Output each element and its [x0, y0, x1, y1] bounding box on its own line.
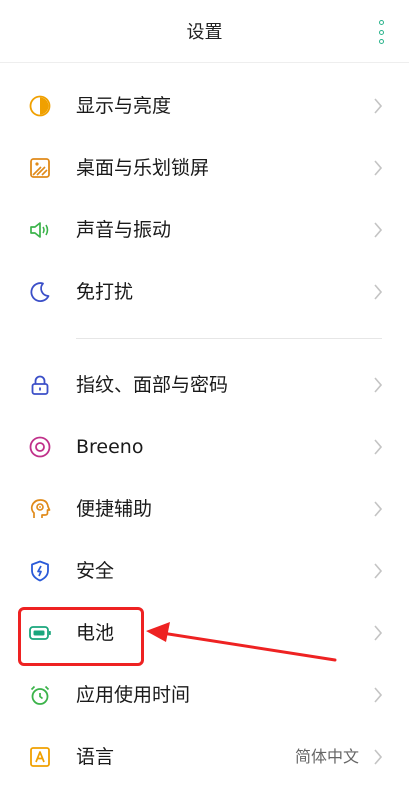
- settings-item-accessibility[interactable]: 便捷辅助: [0, 478, 409, 540]
- settings-item-sound[interactable]: 声音与振动: [0, 199, 409, 261]
- settings-item-label: 便捷辅助: [76, 498, 153, 520]
- settings-item-safety[interactable]: 安全: [0, 540, 409, 602]
- page-title: 设置: [186, 22, 223, 43]
- alarm-clock-icon: [28, 683, 52, 707]
- highlight-box-battery: [18, 607, 144, 666]
- more-vertical-icon[interactable]: [373, 20, 389, 44]
- chevron-right-icon: [373, 686, 383, 704]
- settings-item-label: 指纹、面部与密码: [76, 374, 229, 396]
- settings-item-label: 免打扰: [76, 281, 134, 303]
- settings-item-wallpaper[interactable]: 桌面与乐划锁屏: [0, 137, 409, 199]
- settings-item-fingerprint-face-password[interactable]: 指纹、面部与密码: [0, 354, 409, 416]
- annotation-arrow: [146, 622, 337, 662]
- chevron-right-icon: [373, 624, 383, 642]
- settings-item-language[interactable]: 语言 简体中文: [0, 726, 409, 788]
- chevron-right-icon: [373, 562, 383, 580]
- settings-item-label: 显示与亮度: [76, 95, 172, 117]
- app-header: 设置: [0, 0, 409, 62]
- speaker-icon: [28, 218, 52, 242]
- accessibility-icon: [28, 497, 52, 521]
- wallpaper-icon: [28, 156, 52, 180]
- language-value: 简体中文: [294, 747, 359, 766]
- settings-item-app-usage-time[interactable]: 应用使用时间: [0, 664, 409, 726]
- chevron-right-icon: [373, 748, 383, 766]
- settings-item-label: 应用使用时间: [76, 684, 191, 706]
- language-icon: [28, 745, 52, 769]
- group-divider: [76, 338, 382, 339]
- chevron-right-icon: [373, 376, 383, 394]
- settings-item-label: 声音与振动: [76, 219, 172, 241]
- chevron-right-icon: [373, 438, 383, 456]
- display-brightness-icon: [28, 94, 52, 118]
- settings-item-breeno[interactable]: Breeno: [0, 416, 409, 478]
- breeno-icon: [28, 435, 52, 459]
- settings-item-label: 安全: [76, 560, 115, 582]
- header-divider: [0, 62, 409, 63]
- settings-item-dnd[interactable]: 免打扰: [0, 261, 409, 323]
- chevron-right-icon: [373, 221, 383, 239]
- moon-icon: [28, 280, 52, 304]
- lock-icon: [28, 373, 52, 397]
- chevron-right-icon: [373, 159, 383, 177]
- settings-item-label: 语言: [76, 746, 115, 768]
- chevron-right-icon: [373, 283, 383, 301]
- shield-icon: [28, 559, 52, 583]
- settings-item-label: Breeno: [76, 436, 144, 458]
- chevron-right-icon: [373, 500, 383, 518]
- settings-item-display[interactable]: 显示与亮度: [0, 75, 409, 137]
- chevron-right-icon: [373, 97, 383, 115]
- settings-item-label: 桌面与乐划锁屏: [76, 157, 210, 179]
